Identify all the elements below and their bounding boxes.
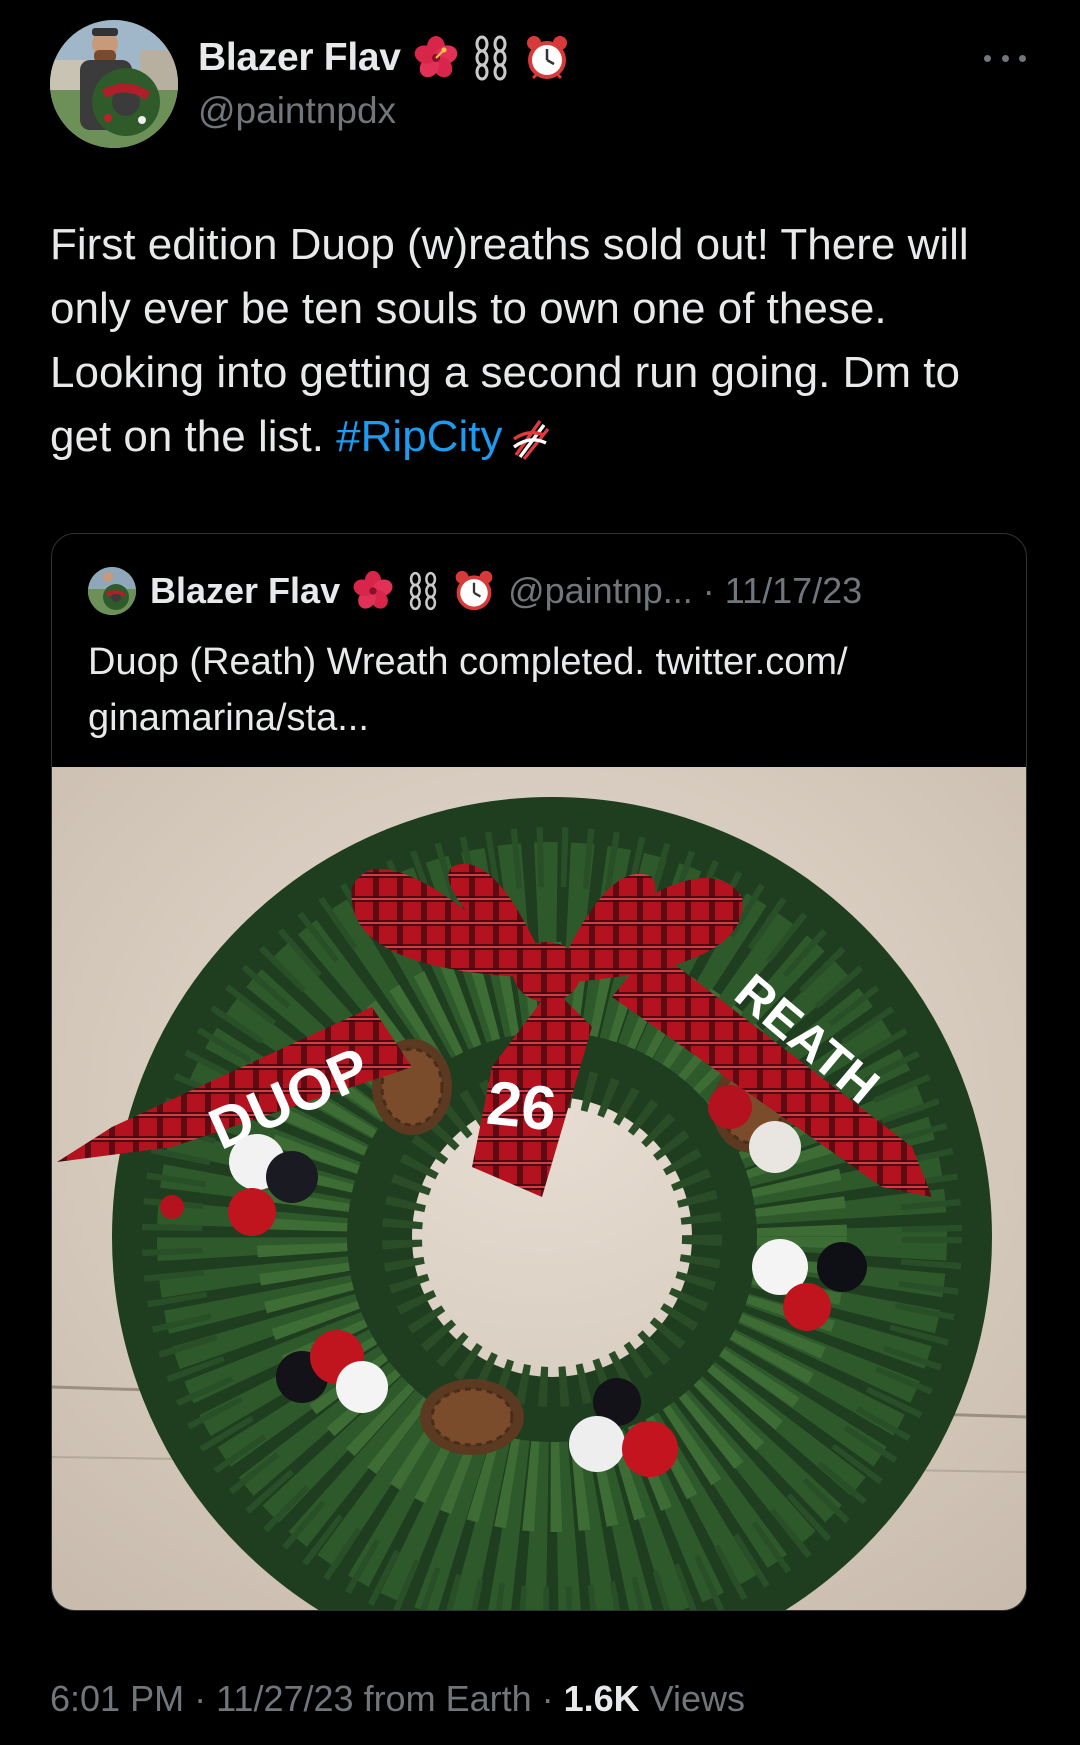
trail-blazers-pinwheel-icon bbox=[510, 415, 550, 479]
tweet-footer: 6:01 PM · 11/27/23 from Earth · 1.6K Vie… bbox=[50, 1678, 746, 1719]
chains-icon bbox=[471, 35, 511, 81]
hashtag-link[interactable]: #RipCity bbox=[336, 412, 502, 461]
ribbon-center-text: 26 bbox=[484, 1069, 560, 1145]
author-name[interactable]: Blazer Flav bbox=[198, 36, 401, 80]
dot bbox=[984, 54, 991, 62]
quoted-author-avatar bbox=[88, 567, 136, 615]
dot bbox=[1001, 54, 1009, 62]
quoted-tweet-card[interactable]: Blazer Flav @paintnp... · 11/17/23 Duop … bbox=[51, 533, 1027, 1611]
author-avatar[interactable] bbox=[50, 20, 178, 148]
chains-icon bbox=[406, 570, 440, 612]
more-options-icon[interactable] bbox=[984, 50, 1026, 66]
tweet-date[interactable]: 11/27/23 bbox=[216, 1678, 353, 1719]
tweet-text: First edition Duop (w)reaths sold out! T… bbox=[50, 213, 1010, 479]
author-handle[interactable]: @paintnpdx bbox=[198, 90, 571, 132]
tweet-time[interactable]: 6:01 PM bbox=[50, 1678, 184, 1719]
alarm-clock-icon bbox=[452, 569, 496, 613]
tweet-body: First edition Duop (w)reaths sold out! T… bbox=[50, 220, 969, 461]
views-label: Views bbox=[649, 1678, 746, 1719]
quoted-tweet-meta: @paintnp... · 11/17/23 bbox=[508, 570, 863, 611]
alarm-clock-icon bbox=[523, 34, 571, 82]
quoted-author-name: Blazer Flav bbox=[150, 570, 341, 611]
quoted-tweet-text: Duop (Reath) Wreath completed. twitter.c… bbox=[88, 641, 848, 739]
author-header: Blazer Flav @paintnpdx bbox=[198, 32, 571, 132]
quoted-tweet-header: Blazer Flav @paintnp... · 11/17/23 bbox=[88, 566, 862, 616]
dot bbox=[1019, 54, 1026, 62]
views-count: 1.6K bbox=[563, 1678, 640, 1719]
wreath-photo[interactable]: DUOP 26 REATH bbox=[52, 767, 1026, 1610]
hibiscus-icon bbox=[413, 35, 459, 81]
hibiscus-icon bbox=[352, 570, 394, 612]
tweet-source: from Earth bbox=[363, 1678, 532, 1719]
